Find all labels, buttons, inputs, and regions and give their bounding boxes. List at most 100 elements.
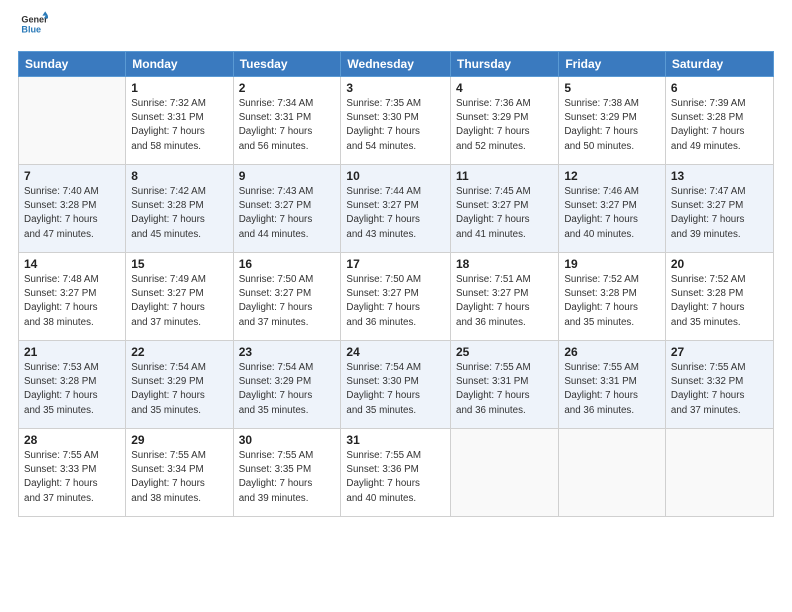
- calendar-cell: 10 Sunrise: 7:44 AMSunset: 3:27 PMDayligh…: [341, 165, 451, 253]
- day-info: Sunrise: 7:46 AMSunset: 3:27 PMDaylight:…: [564, 185, 660, 242]
- day-info: Sunrise: 7:32 AMSunset: 3:31 PMDaylight:…: [131, 97, 227, 154]
- day-number: 2: [239, 81, 336, 95]
- day-number: 15: [131, 257, 227, 271]
- day-info: Sunrise: 7:53 AMSunset: 3:28 PMDaylight:…: [24, 361, 120, 418]
- calendar-cell: 3 Sunrise: 7:35 AMSunset: 3:30 PMDaylight…: [341, 77, 451, 165]
- day-number: 31: [346, 433, 445, 447]
- calendar-cell: 26 Sunrise: 7:55 AMSunset: 3:31 PMDayligh…: [559, 341, 666, 429]
- calendar-cell: 23 Sunrise: 7:54 AMSunset: 3:29 PMDayligh…: [233, 341, 341, 429]
- day-number: 25: [456, 345, 553, 359]
- day-info: Sunrise: 7:34 AMSunset: 3:31 PMDaylight:…: [239, 97, 336, 154]
- day-info: Sunrise: 7:54 AMSunset: 3:29 PMDaylight:…: [131, 361, 227, 418]
- day-info: Sunrise: 7:55 AMSunset: 3:34 PMDaylight:…: [131, 449, 227, 506]
- calendar-cell: 14 Sunrise: 7:48 AMSunset: 3:27 PMDayligh…: [19, 253, 126, 341]
- day-number: 7: [24, 169, 120, 183]
- weekday-header-saturday: Saturday: [665, 52, 773, 77]
- calendar-cell: 17 Sunrise: 7:50 AMSunset: 3:27 PMDayligh…: [341, 253, 451, 341]
- calendar-cell: 22 Sunrise: 7:54 AMSunset: 3:29 PMDayligh…: [126, 341, 233, 429]
- calendar-cell: 12 Sunrise: 7:46 AMSunset: 3:27 PMDayligh…: [559, 165, 666, 253]
- day-info: Sunrise: 7:48 AMSunset: 3:27 PMDaylight:…: [24, 273, 120, 330]
- day-info: Sunrise: 7:54 AMSunset: 3:29 PMDaylight:…: [239, 361, 336, 418]
- calendar-cell: 16Sunrise: 7:50 AMSunset: 3:27 PMDayligh…: [233, 253, 341, 341]
- day-info: Sunrise: 7:39 AMSunset: 3:28 PMDaylight:…: [671, 97, 768, 154]
- weekday-header-row: SundayMondayTuesdayWednesdayThursdayFrid…: [19, 52, 774, 77]
- calendar-cell: 31 Sunrise: 7:55 AMSunset: 3:36 PMDayligh…: [341, 429, 451, 517]
- day-number: 11: [456, 169, 553, 183]
- day-info: Sunrise: 7:55 AMSunset: 3:36 PMDaylight:…: [346, 449, 445, 506]
- day-info: Sunrise: 7:52 AMSunset: 3:28 PMDaylight:…: [671, 273, 768, 330]
- day-info: Sunrise: 7:38 AMSunset: 3:29 PMDaylight:…: [564, 97, 660, 154]
- calendar-cell: 13Sunrise: 7:47 AMSunset: 3:27 PMDayligh…: [665, 165, 773, 253]
- page-header: General Blue: [18, 10, 774, 43]
- calendar-cell: 21 Sunrise: 7:53 AMSunset: 3:28 PMDayligh…: [19, 341, 126, 429]
- day-info: Sunrise: 7:55 AMSunset: 3:31 PMDaylight:…: [564, 361, 660, 418]
- week-row-2: 7 Sunrise: 7:40 AMSunset: 3:28 PMDaylight…: [19, 165, 774, 253]
- day-number: 28: [24, 433, 120, 447]
- day-info: Sunrise: 7:45 AMSunset: 3:27 PMDaylight:…: [456, 185, 553, 242]
- day-number: 1: [131, 81, 227, 95]
- day-info: Sunrise: 7:43 AMSunset: 3:27 PMDaylight:…: [239, 185, 336, 242]
- day-info: Sunrise: 7:55 AMSunset: 3:35 PMDaylight:…: [239, 449, 336, 506]
- day-number: 4: [456, 81, 553, 95]
- day-number: 8: [131, 169, 227, 183]
- day-info: Sunrise: 7:52 AMSunset: 3:28 PMDaylight:…: [564, 273, 660, 330]
- svg-text:General: General: [21, 15, 48, 25]
- day-info: Sunrise: 7:44 AMSunset: 3:27 PMDaylight:…: [346, 185, 445, 242]
- weekday-header-monday: Monday: [126, 52, 233, 77]
- calendar-cell: 9Sunrise: 7:43 AMSunset: 3:27 PMDaylight…: [233, 165, 341, 253]
- calendar-table: SundayMondayTuesdayWednesdayThursdayFrid…: [18, 51, 774, 517]
- calendar-cell: [665, 429, 773, 517]
- calendar-cell: 2 Sunrise: 7:34 AMSunset: 3:31 PMDaylight…: [233, 77, 341, 165]
- day-info: Sunrise: 7:47 AMSunset: 3:27 PMDaylight:…: [671, 185, 768, 242]
- week-row-4: 21 Sunrise: 7:53 AMSunset: 3:28 PMDayligh…: [19, 341, 774, 429]
- calendar-cell: 4 Sunrise: 7:36 AMSunset: 3:29 PMDaylight…: [451, 77, 559, 165]
- day-number: 17: [346, 257, 445, 271]
- svg-text:Blue: Blue: [21, 24, 41, 34]
- day-number: 6: [671, 81, 768, 95]
- day-number: 21: [24, 345, 120, 359]
- calendar-cell: 19 Sunrise: 7:52 AMSunset: 3:28 PMDayligh…: [559, 253, 666, 341]
- day-number: 12: [564, 169, 660, 183]
- day-number: 27: [671, 345, 768, 359]
- day-info: Sunrise: 7:36 AMSunset: 3:29 PMDaylight:…: [456, 97, 553, 154]
- day-info: Sunrise: 7:40 AMSunset: 3:28 PMDaylight:…: [24, 185, 120, 242]
- day-number: 14: [24, 257, 120, 271]
- weekday-header-sunday: Sunday: [19, 52, 126, 77]
- day-number: 16: [239, 257, 336, 271]
- day-number: 10: [346, 169, 445, 183]
- day-info: Sunrise: 7:49 AMSunset: 3:27 PMDaylight:…: [131, 273, 227, 330]
- calendar-cell: 28Sunrise: 7:55 AMSunset: 3:33 PMDayligh…: [19, 429, 126, 517]
- day-info: Sunrise: 7:55 AMSunset: 3:31 PMDaylight:…: [456, 361, 553, 418]
- day-info: Sunrise: 7:42 AMSunset: 3:28 PMDaylight:…: [131, 185, 227, 242]
- day-info: Sunrise: 7:51 AMSunset: 3:27 PMDaylight:…: [456, 273, 553, 330]
- day-number: 19: [564, 257, 660, 271]
- day-number: 3: [346, 81, 445, 95]
- day-number: 24: [346, 345, 445, 359]
- weekday-header-thursday: Thursday: [451, 52, 559, 77]
- calendar-cell: 27 Sunrise: 7:55 AMSunset: 3:32 PMDayligh…: [665, 341, 773, 429]
- calendar-cell: 29Sunrise: 7:55 AMSunset: 3:34 PMDayligh…: [126, 429, 233, 517]
- day-number: 23: [239, 345, 336, 359]
- calendar-cell: 18 Sunrise: 7:51 AMSunset: 3:27 PMDayligh…: [451, 253, 559, 341]
- week-row-5: 28Sunrise: 7:55 AMSunset: 3:33 PMDayligh…: [19, 429, 774, 517]
- calendar-cell: 6 Sunrise: 7:39 AMSunset: 3:28 PMDaylight…: [665, 77, 773, 165]
- calendar-cell: 20Sunrise: 7:52 AMSunset: 3:28 PMDayligh…: [665, 253, 773, 341]
- day-number: 26: [564, 345, 660, 359]
- calendar-cell: [559, 429, 666, 517]
- week-row-3: 14 Sunrise: 7:48 AMSunset: 3:27 PMDayligh…: [19, 253, 774, 341]
- weekday-header-wednesday: Wednesday: [341, 52, 451, 77]
- day-number: 18: [456, 257, 553, 271]
- calendar-cell: 25 Sunrise: 7:55 AMSunset: 3:31 PMDayligh…: [451, 341, 559, 429]
- weekday-header-tuesday: Tuesday: [233, 52, 341, 77]
- day-info: Sunrise: 7:50 AMSunset: 3:27 PMDaylight:…: [346, 273, 445, 330]
- day-info: Sunrise: 7:55 AMSunset: 3:32 PMDaylight:…: [671, 361, 768, 418]
- calendar-cell: 30Sunrise: 7:55 AMSunset: 3:35 PMDayligh…: [233, 429, 341, 517]
- calendar-cell: [451, 429, 559, 517]
- day-info: Sunrise: 7:35 AMSunset: 3:30 PMDaylight:…: [346, 97, 445, 154]
- calendar-cell: 8 Sunrise: 7:42 AMSunset: 3:28 PMDaylight…: [126, 165, 233, 253]
- calendar-cell: 15 Sunrise: 7:49 AMSunset: 3:27 PMDayligh…: [126, 253, 233, 341]
- calendar-cell: 7 Sunrise: 7:40 AMSunset: 3:28 PMDaylight…: [19, 165, 126, 253]
- calendar-cell: 5Sunrise: 7:38 AMSunset: 3:29 PMDaylight…: [559, 77, 666, 165]
- calendar-cell: 11 Sunrise: 7:45 AMSunset: 3:27 PMDayligh…: [451, 165, 559, 253]
- day-number: 22: [131, 345, 227, 359]
